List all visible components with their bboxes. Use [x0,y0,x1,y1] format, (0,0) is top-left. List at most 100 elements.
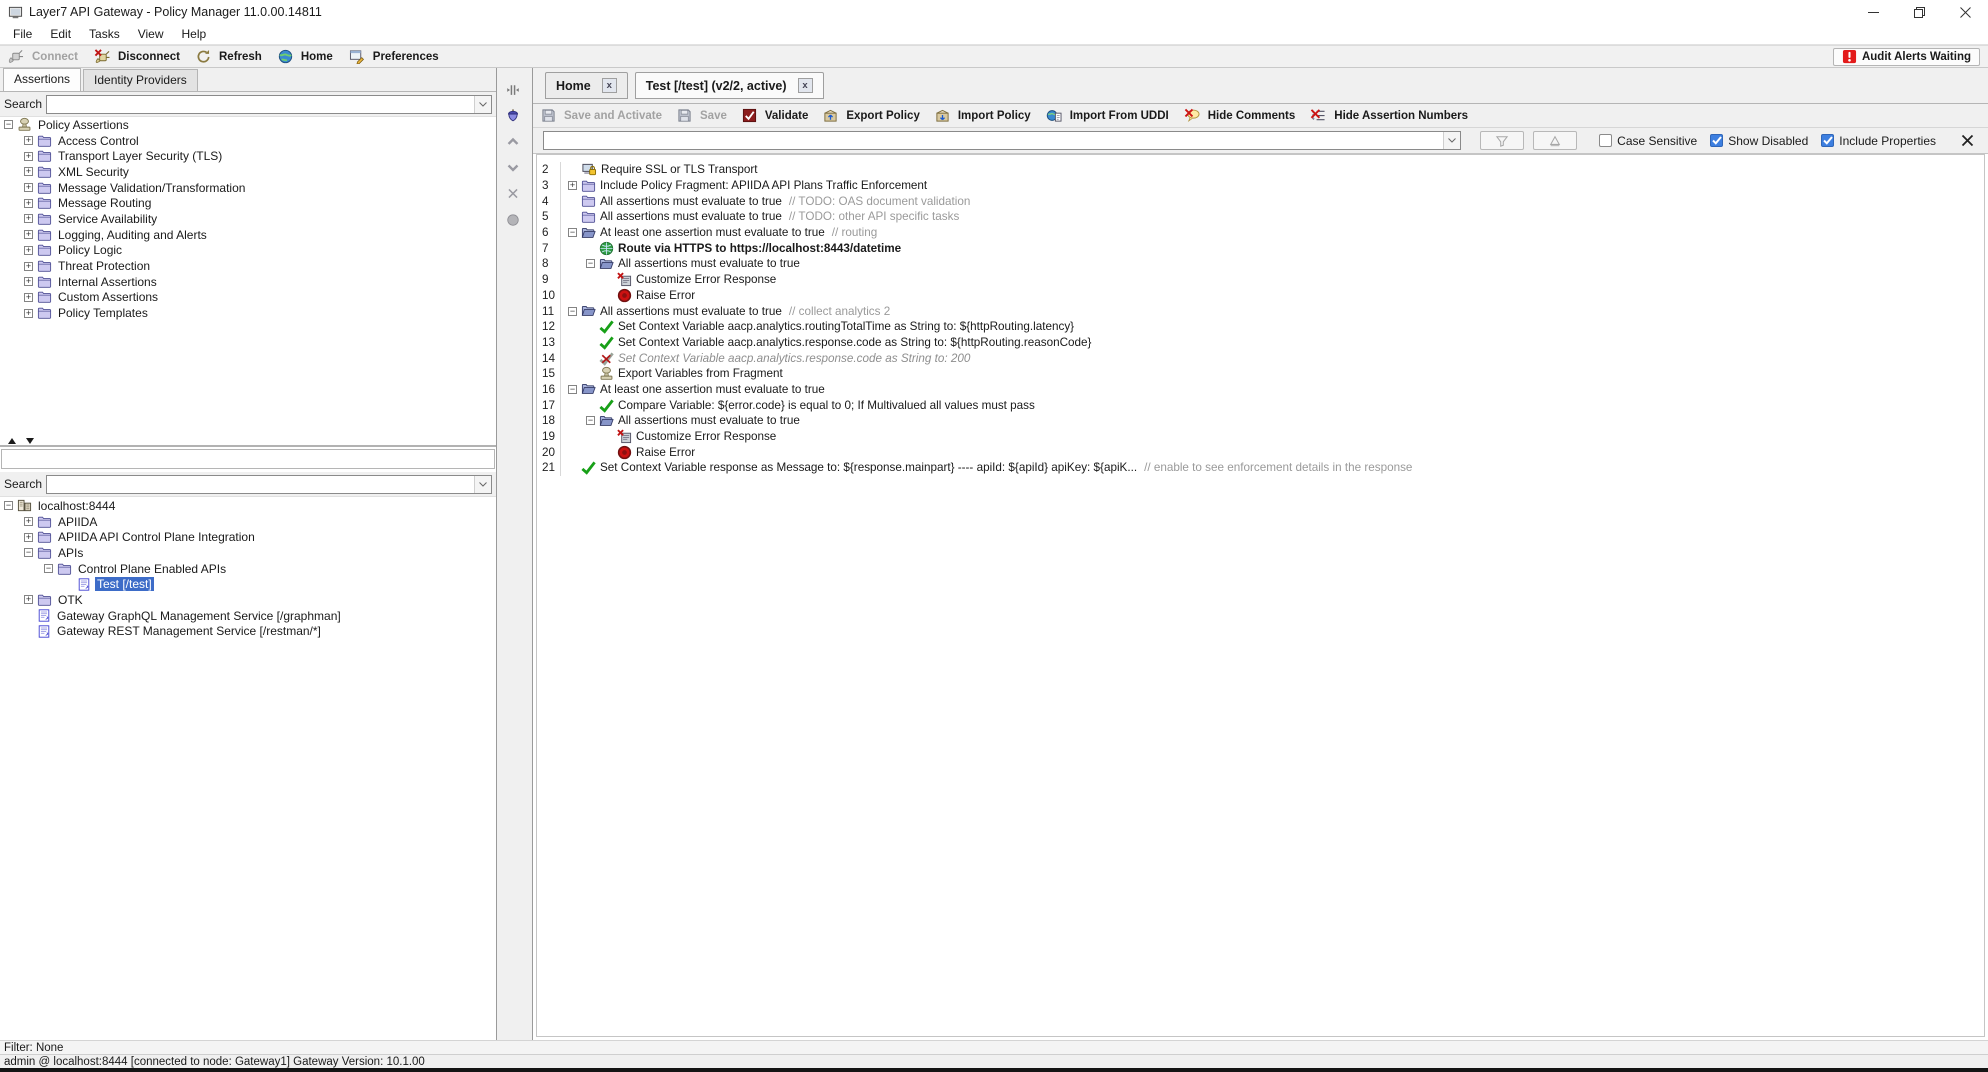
tree-item[interactable]: +Threat Protection [0,258,496,274]
tree-item[interactable]: +Policy Logic [0,243,496,259]
tree-item[interactable]: −Control Plane Enabled APIs [0,561,496,577]
tree-item[interactable]: +Logging, Auditing and Alerts [0,227,496,243]
policy-assertion-row[interactable]: 20Raise Error [537,444,1984,460]
policy-assertion-row[interactable]: 19Customize Error Response [537,429,1984,445]
add-assertion-acorn-button[interactable] [505,107,525,124]
expand-toggle[interactable]: + [24,167,33,176]
expand-toggle[interactable]: + [24,595,33,604]
move-down-button[interactable] [505,159,525,176]
tree-item[interactable]: +Service Availability [0,211,496,227]
tree-item[interactable]: −APIs [0,545,496,561]
tree-item[interactable]: +Custom Assertions [0,290,496,306]
search-dropdown-arrow-icon[interactable] [474,96,491,113]
maximize-button[interactable] [1896,0,1942,24]
disable-assertion-button[interactable] [505,211,525,228]
collapse-toggle[interactable]: − [44,564,53,573]
service-search-input[interactable] [47,476,474,493]
tree-item[interactable]: +XML Security [0,164,496,180]
collapse-toggle[interactable]: − [4,120,13,129]
policy-assertion-row[interactable]: 8−All assertions must evaluate to true [537,256,1984,272]
delete-assertion-button[interactable] [505,185,525,202]
policy-assertion-row[interactable]: 21Set Context Variable response as Messa… [537,460,1984,476]
tree-item[interactable]: +Message Validation/Transformation [0,180,496,196]
policy-assertion-row[interactable]: 10Raise Error [537,288,1984,304]
policy-assertion-row[interactable]: 17Compare Variable: ${error.code} is equ… [537,397,1984,413]
policy-assertion-row[interactable]: 14Set Context Variable aacp.analytics.re… [537,350,1984,366]
collapse-toggle[interactable]: − [4,501,13,510]
policy-assertion-row[interactable]: 2Require SSL or TLS Transport [537,162,1984,178]
tree-item[interactable]: +Internal Assertions [0,274,496,290]
expand-toggle[interactable]: + [24,533,33,542]
import-from-uddi-button[interactable]: Import From UDDI [1046,108,1169,123]
tab-close-icon[interactable]: x [798,78,813,93]
tab-close-icon[interactable]: x [602,78,617,93]
collapse-toggle[interactable]: − [568,385,577,394]
expand-toggle[interactable]: + [24,199,33,208]
expand-toggle[interactable]: + [24,309,33,318]
expand-toggle[interactable]: + [24,262,33,271]
tree-item[interactable]: +APIIDA API Control Plane Integration [0,529,496,545]
assertion-search-input[interactable] [47,96,474,113]
find-bar-close-icon[interactable] [1961,134,1974,147]
checkbox-checked-icon[interactable] [1710,134,1723,147]
tab-assertions[interactable]: Assertions [3,68,81,91]
move-up-button[interactable] [505,133,525,150]
collapse-toggle[interactable]: − [568,228,577,237]
policy-assertion-row[interactable]: 16−At least one assertion must evaluate … [537,382,1984,398]
minimize-button[interactable] [1850,0,1896,24]
panel-splitter[interactable] [0,437,496,447]
highlight-results-button[interactable] [1533,131,1577,150]
tree-item[interactable]: Gateway GraphQL Management Service [/gra… [0,608,496,624]
policy-assertion-row[interactable]: 11−All assertions must evaluate to true/… [537,303,1984,319]
disconnect-button[interactable]: Disconnect [94,49,180,64]
tab-home[interactable]: Home x [545,72,628,99]
splitter-collapse-up-icon[interactable] [8,438,16,444]
tree-item[interactable]: +Transport Layer Security (TLS) [0,148,496,164]
tree-item[interactable]: +Policy Templates [0,305,496,321]
collapse-toggle[interactable]: − [24,548,33,557]
menu-tasks[interactable]: Tasks [80,25,129,43]
find-dropdown-arrow-icon[interactable] [1443,132,1460,149]
tab-identity-providers[interactable]: Identity Providers [83,69,198,91]
checkbox-unchecked-icon[interactable] [1599,134,1612,147]
splitter-collapse-down-icon[interactable] [26,438,34,444]
policy-assertion-row[interactable]: 12Set Context Variable aacp.analytics.ro… [537,319,1984,335]
expand-toggle[interactable]: + [24,277,33,286]
expand-toggle[interactable]: + [24,246,33,255]
tree-item[interactable]: +Access Control [0,133,496,149]
tree-item[interactable]: −Policy Assertions [0,117,496,133]
expand-toggle[interactable]: + [24,136,33,145]
menu-view[interactable]: View [129,25,173,43]
policy-assertion-row[interactable]: 13Set Context Variable aacp.analytics.re… [537,335,1984,351]
preferences-button[interactable]: Preferences [349,49,439,64]
connect-button[interactable]: Connect [8,49,78,64]
save-button[interactable]: Save [677,108,727,123]
expand-toggle[interactable]: + [24,230,33,239]
case-sensitive-checkbox[interactable]: Case Sensitive [1599,134,1697,148]
menu-edit[interactable]: Edit [41,25,80,43]
save-and-activate-button[interactable]: Save and Activate [541,108,662,123]
expand-toggle[interactable]: + [24,293,33,302]
policy-assertion-row[interactable]: 9Customize Error Response [537,272,1984,288]
show-disabled-checkbox[interactable]: Show Disabled [1710,134,1808,148]
expand-toggle[interactable]: + [24,517,33,526]
validate-button[interactable]: Validate [742,108,808,123]
tree-item[interactable]: +OTK [0,592,496,608]
expand-toggle[interactable]: + [24,214,33,223]
expand-toggle[interactable]: + [24,183,33,192]
include-properties-checkbox[interactable]: Include Properties [1821,134,1936,148]
policy-assertion-row[interactable]: 7Route via HTTPS to https://localhost:84… [537,240,1984,256]
hide-assertion-numbers-button[interactable]: Hide Assertion Numbers [1310,108,1468,123]
search-dropdown-arrow-icon[interactable] [474,476,491,493]
hide-comments-button[interactable]: Hide Comments [1184,108,1296,123]
audit-alerts-button[interactable]: Audit Alerts Waiting [1833,48,1980,66]
policy-assertion-row[interactable]: 4All assertions must evaluate to true// … [537,193,1984,209]
home-button[interactable]: Home [278,49,333,64]
export-policy-button[interactable]: Export Policy [823,108,920,123]
tree-item[interactable]: +Message Routing [0,195,496,211]
refresh-button[interactable]: Refresh [196,49,262,64]
expand-toggle[interactable]: + [24,152,33,161]
split-view-button[interactable] [505,81,525,98]
close-button[interactable] [1942,0,1988,24]
tree-item[interactable]: −localhost:8444 [0,498,496,514]
